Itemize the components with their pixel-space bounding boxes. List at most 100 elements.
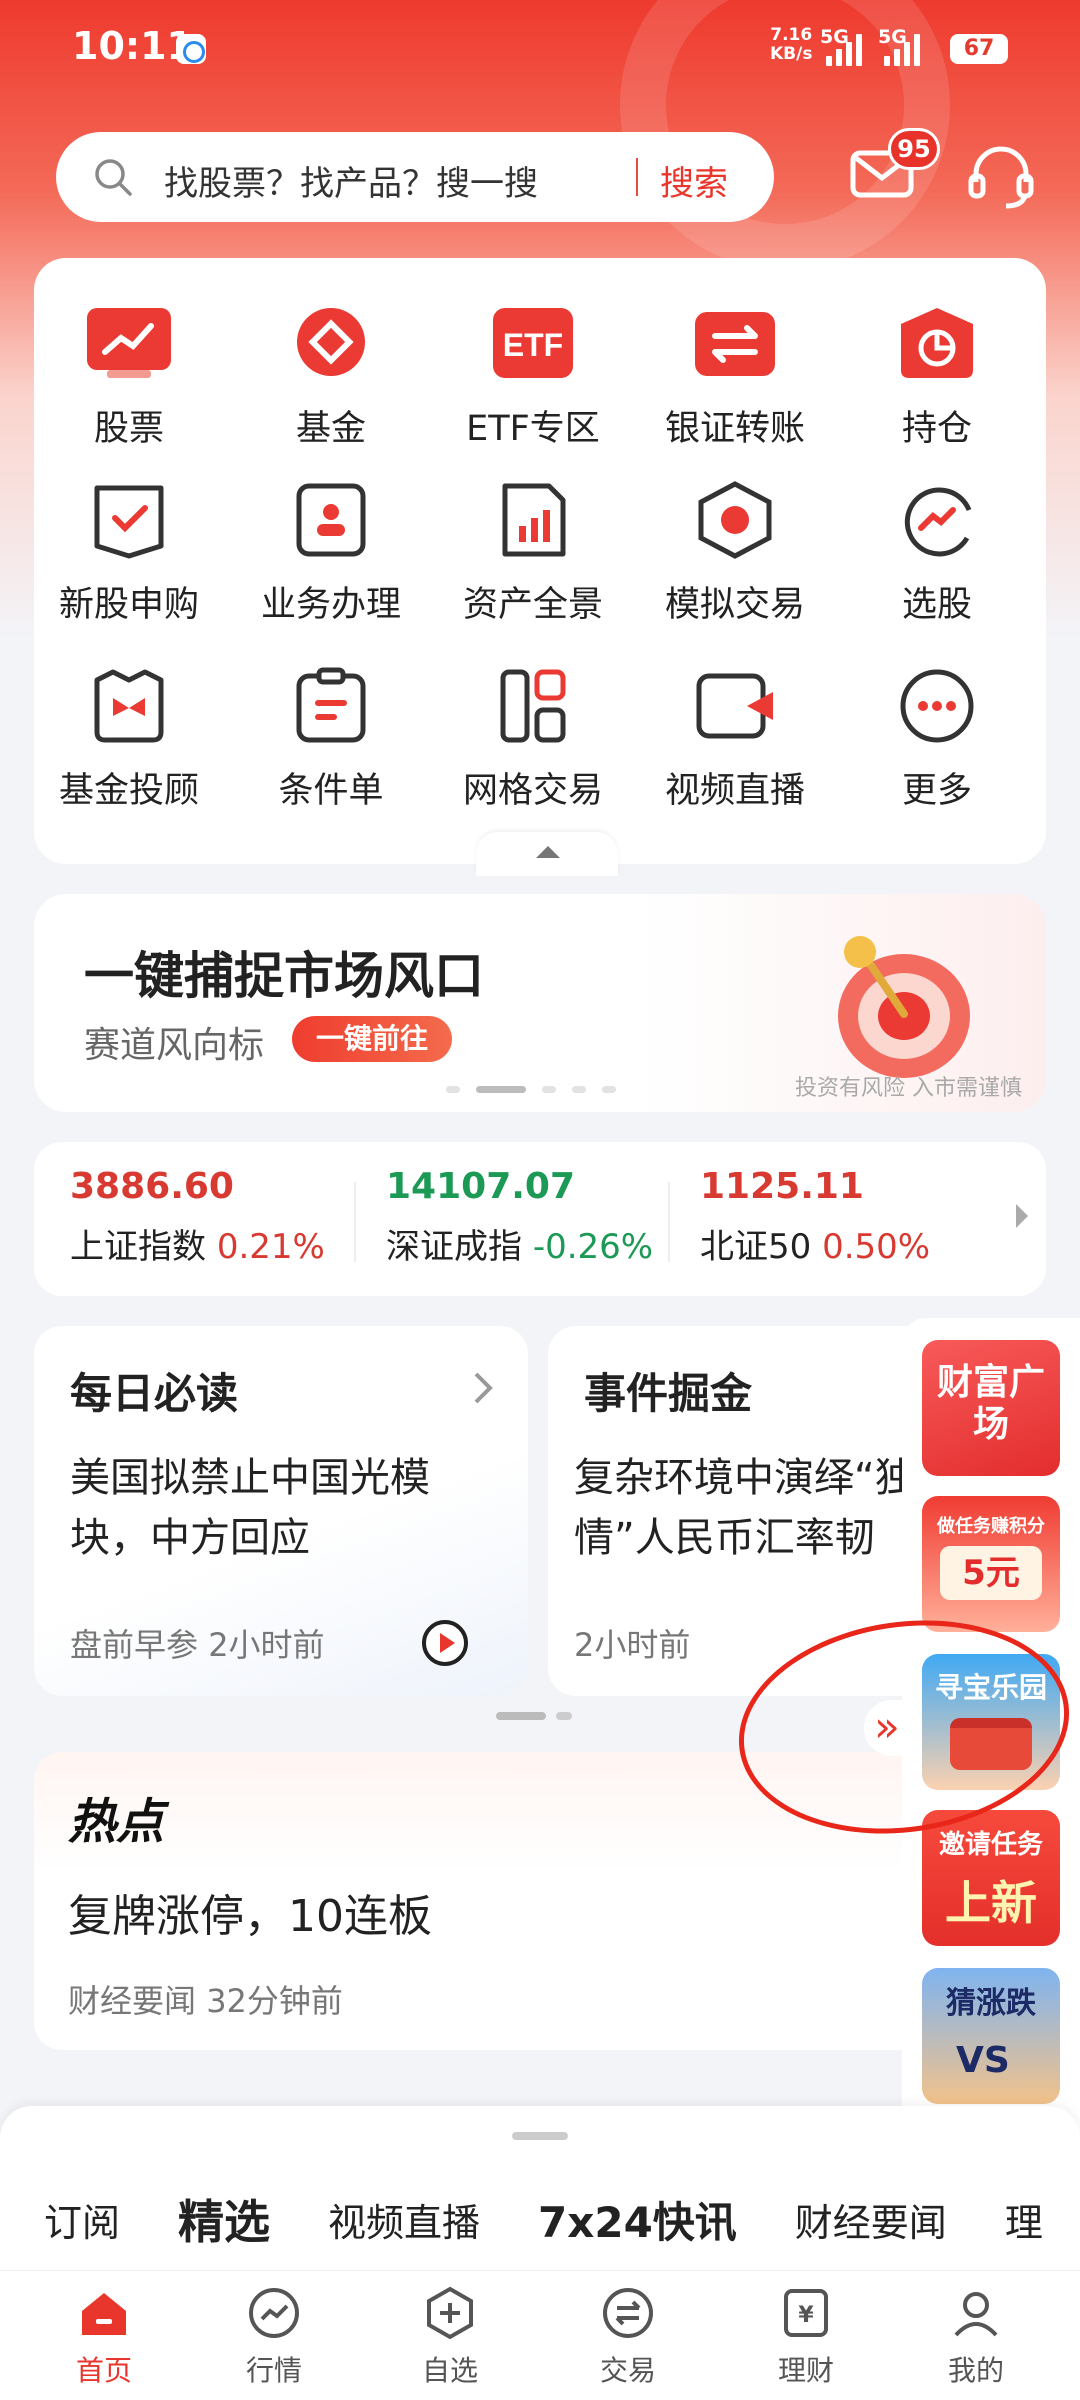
profile-icon — [954, 2292, 998, 2337]
index-name: 深证成指 — [386, 1227, 522, 1267]
article-card-daily[interactable]: 每日必读 美国拟禁止中国光模块，中方回应 盘前早参 2小时前 — [34, 1326, 528, 1696]
search-input[interactable]: 找股票？找产品？搜一搜 — [164, 156, 538, 205]
grid-item-simulated-trade[interactable]: 模拟交易 — [640, 480, 830, 650]
article-time: 2小时前 — [208, 1626, 325, 1664]
grid-label: 模拟交易 — [664, 585, 805, 625]
feed-tabs: 订阅 精选 视频直播 7x24快讯 财经要闻 理 — [44, 2186, 1080, 2252]
index-change: 0.21% — [216, 1227, 325, 1267]
tab-video-live[interactable]: 视频直播 — [328, 2192, 480, 2247]
play-icon[interactable] — [420, 1618, 470, 1668]
nav-watchlist[interactable]: 自选 — [390, 2285, 510, 2389]
task-points-entry[interactable]: 做任务赚积分 5元 — [922, 1496, 1060, 1632]
index-value: 1125.11 — [700, 1166, 864, 1207]
stock-icon — [87, 308, 171, 378]
hot-title: 热点 — [68, 1794, 165, 1850]
grid-trading-icon — [500, 669, 566, 743]
grid-item-etf[interactable]: ETF ETF专区 — [438, 304, 628, 474]
trade-icon — [603, 2288, 653, 2338]
grid-item-business[interactable]: 业务办理 — [236, 480, 426, 650]
nav-market[interactable]: 行情 — [214, 2285, 334, 2389]
article-title: 每日必读 — [70, 1369, 239, 1418]
tab-7x24-flash[interactable]: 7x24快讯 — [538, 2189, 737, 2250]
banner-title: 一键捕捉市场风口 — [84, 947, 484, 1005]
article-title: 事件掘金 — [584, 1369, 753, 1418]
grid-item-conditional-order[interactable]: 条件单 — [236, 666, 426, 836]
guess-rise-fall-entry[interactable]: 猜涨跌 VS — [922, 1968, 1060, 2104]
article-pagination — [496, 1712, 572, 1720]
divider — [668, 1182, 670, 1262]
search-divider — [636, 158, 638, 196]
index-name: 北证50 — [700, 1227, 812, 1267]
grid-label: 股票 — [93, 409, 164, 449]
nav-trade[interactable]: 交易 — [568, 2285, 688, 2389]
grid-label: 基金投顾 — [58, 771, 199, 811]
article-time: 2小时前 — [574, 1626, 691, 1664]
index-item[interactable]: 3886.60 上证指数 0.21% — [70, 1166, 325, 1268]
grid-item-holdings[interactable]: 持仓 — [842, 304, 1032, 474]
grid-label: 银证转账 — [664, 409, 805, 449]
customer-service-icon[interactable] — [966, 144, 1036, 210]
grid-label: 持仓 — [901, 409, 972, 449]
search-bar[interactable]: 找股票？找产品？搜一搜 搜索 — [56, 132, 774, 222]
mail-badge: 95 — [888, 128, 940, 170]
watchlist-icon — [427, 2286, 473, 2340]
ipo-icon — [94, 485, 164, 559]
hot-headline: 复牌涨停，10连板 — [68, 1891, 432, 1942]
nav-profile[interactable]: 我的 — [916, 2285, 1036, 2389]
index-item[interactable]: 14107.07 深证成指 -0.26% — [386, 1166, 653, 1268]
clock: 10:11 — [72, 24, 193, 68]
grid-item-ipo[interactable]: 新股申购 — [34, 480, 224, 650]
banner-pagination — [446, 1086, 616, 1093]
quick-entry-grid: 股票 基金 ETF ETF专区 银证转账 持仓 新股申购 业务办理 资产全景 模… — [34, 258, 1046, 864]
hot-time: 32分钟前 — [206, 1982, 343, 2020]
divider — [354, 1182, 356, 1262]
grid-label: 新股申购 — [58, 585, 199, 625]
grid-item-assets[interactable]: 资产全景 — [438, 480, 628, 650]
sheet-handle[interactable] — [512, 2132, 568, 2140]
invite-task-entry[interactable]: 邀请任务 上新 — [922, 1810, 1060, 1946]
banner-subtitle: 赛道风向标 — [84, 1025, 265, 1066]
holdings-icon — [901, 308, 973, 378]
grid-item-stock[interactable]: 股票 — [34, 304, 224, 474]
tab-finance-news[interactable]: 财经要闻 — [795, 2192, 947, 2247]
assets-icon — [502, 483, 566, 557]
simulated-trade-icon — [698, 481, 772, 559]
signal-icon-2 — [884, 30, 920, 66]
market-index-strip[interactable]: 3886.60 上证指数 0.21% 14107.07 深证成指 -0.26% … — [34, 1142, 1046, 1296]
video-live-icon — [696, 673, 773, 739]
wealth-icon: ¥ — [784, 2289, 828, 2337]
grid-item-stock-picker[interactable]: 选股 — [842, 480, 1032, 650]
conditional-order-icon — [296, 667, 366, 743]
grid-item-fund-advisor[interactable]: 基金投顾 — [34, 666, 224, 836]
grid-label: 条件单 — [278, 771, 384, 811]
svg-text:ETF: ETF — [503, 327, 563, 363]
grid-item-transfer[interactable]: 银证转账 — [640, 304, 830, 474]
network-speed: 7.16 KB/s — [770, 25, 813, 64]
fund-icon — [297, 308, 365, 376]
grid-item-fund[interactable]: 基金 — [236, 304, 426, 474]
tab-featured[interactable]: 精选 — [178, 2186, 270, 2252]
search-icon — [95, 159, 132, 196]
index-more-arrow-icon[interactable] — [1016, 1204, 1028, 1228]
grid-item-video-live[interactable]: 视频直播 — [640, 666, 830, 836]
promo-banner[interactable]: 一键捕捉市场风口 赛道风向标 一键前往 投资有风险 入市需谨慎 — [34, 894, 1046, 1112]
nav-home[interactable]: 首页 — [44, 2285, 164, 2389]
article-body: 美国拟禁止中国光模块，中方回应 — [70, 1455, 430, 1561]
etf-icon: ETF — [493, 308, 573, 378]
wealth-square-entry[interactable]: 财富广场 — [922, 1340, 1060, 1476]
grid-item-more[interactable]: 更多 — [842, 666, 1032, 836]
search-button[interactable]: 搜索 — [660, 156, 728, 205]
index-item[interactable]: 1125.11 北证50 0.50% — [700, 1166, 930, 1268]
grid-item-grid-trading[interactable]: 网格交易 — [438, 666, 628, 836]
grid-label: 视频直播 — [664, 771, 805, 811]
collapse-grid-button[interactable] — [476, 832, 618, 876]
tab-subscribe[interactable]: 订阅 — [44, 2192, 120, 2247]
stock-picker-icon — [904, 487, 972, 557]
transfer-icon — [695, 312, 775, 376]
banner-go-button[interactable]: 一键前往 — [292, 1016, 453, 1062]
home-icon — [82, 2293, 126, 2335]
tab-wealth-partial[interactable]: 理 — [1005, 2192, 1043, 2247]
chevron-right-icon — [474, 1372, 493, 1404]
market-icon — [249, 2288, 299, 2338]
nav-wealth[interactable]: ¥ 理财 — [746, 2285, 866, 2389]
